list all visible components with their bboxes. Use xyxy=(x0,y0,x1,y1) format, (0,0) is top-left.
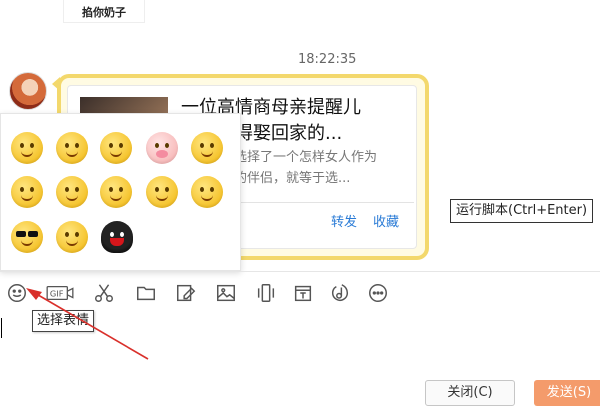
card-description: 选择了一个怎样女人作为 的伴侣，就等于选... xyxy=(234,147,404,189)
teeth-grin-face-emoji[interactable] xyxy=(146,176,178,208)
shy-face-emoji[interactable] xyxy=(56,132,88,164)
close-button[interactable]: 关闭(C) xyxy=(425,380,515,406)
cry-face-emoji[interactable] xyxy=(56,176,88,208)
thinking-face-emoji[interactable] xyxy=(56,221,88,253)
emoji-icon[interactable] xyxy=(5,281,29,305)
image-icon[interactable] xyxy=(214,281,238,305)
blush-face-emoji[interactable] xyxy=(191,176,223,208)
scissors-icon[interactable] xyxy=(92,281,116,305)
toolbar-divider xyxy=(0,271,600,272)
card-desc-line1: 选择了一个怎样女人作为 xyxy=(234,150,378,165)
smile-face-emoji[interactable] xyxy=(11,176,43,208)
favorite-link[interactable]: 收藏 xyxy=(373,211,399,230)
card-desc-line2: 的伴侣，就等于选... xyxy=(234,171,351,186)
shortcut-hint: 运行脚本(Ctrl+Enter) xyxy=(450,199,594,223)
message-timestamp: 18:22:35 xyxy=(298,52,357,67)
send-button[interactable]: 发送(S) xyxy=(534,380,600,406)
happy-face-emoji[interactable] xyxy=(100,176,132,208)
smug-face-emoji[interactable] xyxy=(11,132,43,164)
sticker-text: 掐你奶子 xyxy=(82,6,126,19)
cool-shades-face-emoji[interactable] xyxy=(11,221,43,253)
more-icon[interactable] xyxy=(366,281,390,305)
text-cursor xyxy=(1,318,2,338)
grin-face-emoji[interactable] xyxy=(100,132,132,164)
gif-label: GIF xyxy=(50,289,64,299)
emoji-tooltip: 选择表情 xyxy=(32,310,95,332)
embarrassed-face-emoji[interactable] xyxy=(191,132,223,164)
emoji-picker-panel xyxy=(0,113,241,271)
music-icon[interactable] xyxy=(328,281,352,305)
qq-penguin-face-emoji[interactable] xyxy=(101,221,133,253)
calendar-icon[interactable] xyxy=(291,281,315,305)
shake-icon[interactable] xyxy=(254,281,278,305)
image-edit-icon[interactable] xyxy=(174,281,198,305)
pig-face-emoji[interactable] xyxy=(146,132,178,164)
forward-link[interactable]: 转发 xyxy=(331,211,357,230)
gif-icon[interactable]: GIF xyxy=(44,281,76,305)
sticker-image: 掐你奶子 xyxy=(63,0,145,23)
avatar[interactable] xyxy=(9,72,47,110)
folder-icon[interactable] xyxy=(134,281,158,305)
